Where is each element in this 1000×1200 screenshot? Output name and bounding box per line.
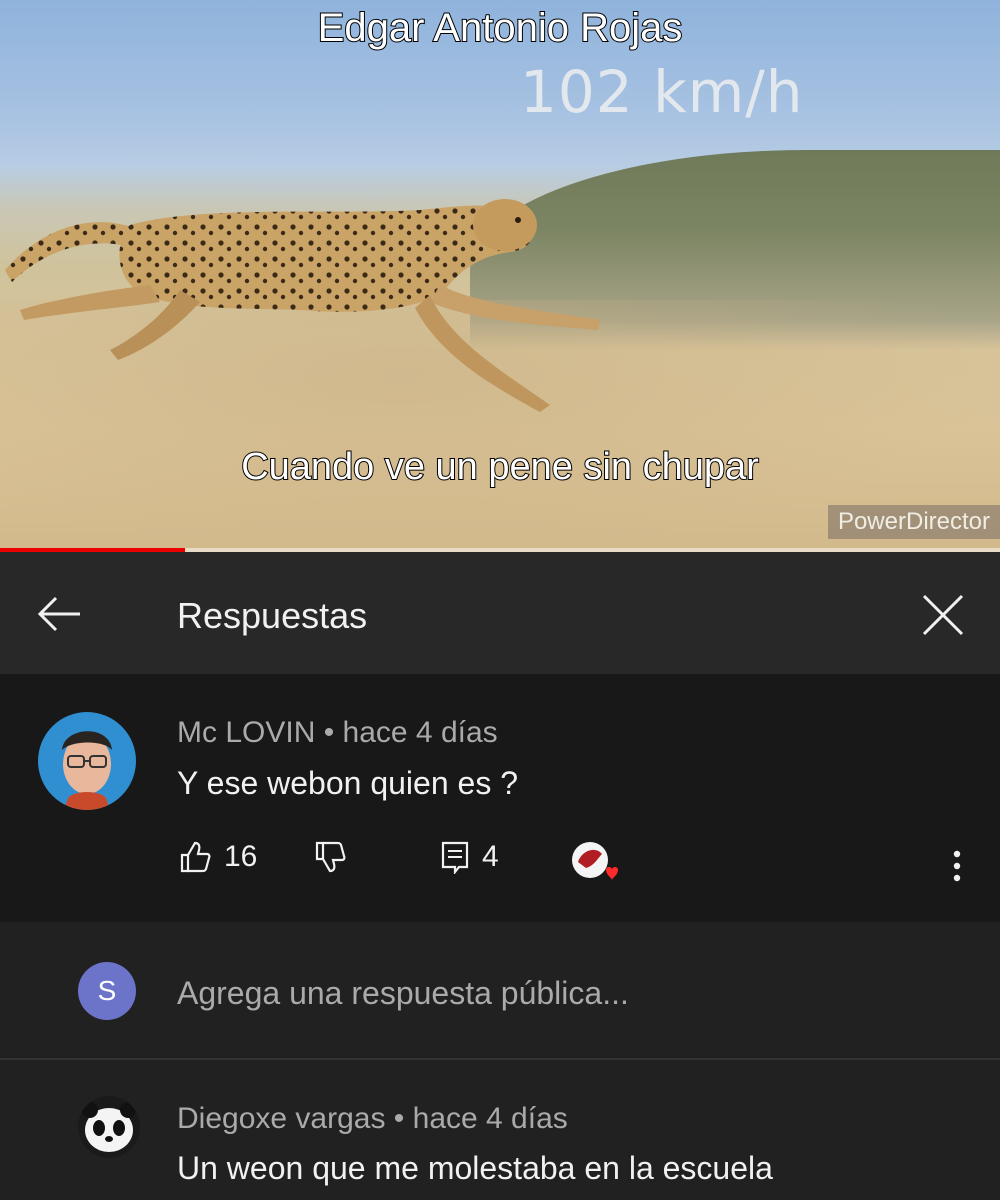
comment-meta: Mc LOVIN • hace 4 días xyxy=(177,716,498,750)
comment-time: hace 4 días xyxy=(342,716,498,749)
more-options-icon[interactable] xyxy=(947,846,967,886)
meta-separator: • xyxy=(393,1102,413,1135)
avatar[interactable] xyxy=(78,1096,140,1158)
video-overlay-title: Edgar Antonio Rojas xyxy=(317,5,684,51)
thumbs-up-icon xyxy=(180,841,211,873)
comment-icon xyxy=(441,841,469,874)
reply-time: hace 4 días xyxy=(412,1102,568,1135)
thumbs-down-icon xyxy=(315,841,346,873)
comment-text: Y ese webon quien es ? xyxy=(177,765,518,801)
like-count: 16 xyxy=(224,840,258,873)
cheetah-image xyxy=(5,199,600,412)
page-title: Respuestas xyxy=(177,595,368,636)
reply-count-button[interactable]: 4 xyxy=(440,840,499,874)
meta-separator: • xyxy=(323,716,343,749)
speed-text: 102 km/h xyxy=(520,58,804,126)
reply-input[interactable]: Agrega una respuesta pública... xyxy=(177,975,629,1012)
dislike-button[interactable] xyxy=(313,840,347,874)
close-icon[interactable] xyxy=(918,590,968,640)
reply-author[interactable]: Diegoxe vargas xyxy=(177,1102,385,1135)
watermark: PowerDirector xyxy=(827,505,1000,539)
reply-meta: Diegoxe vargas • hace 4 días xyxy=(177,1102,568,1136)
user-avatar: S xyxy=(78,962,136,1020)
reply-text: Un weon que me molestaba en la escuela xyxy=(177,1150,773,1186)
reply-count: 4 xyxy=(482,840,499,873)
like-button[interactable]: 16 xyxy=(178,840,257,874)
video-caption: Cuando ve un pene sin chupar xyxy=(240,445,760,489)
creator-heart xyxy=(568,838,622,886)
creator-heart-icon xyxy=(572,842,618,880)
video-player[interactable]: Edgar Antonio Rojas 102 km/h Cuando ve u… xyxy=(0,0,1000,552)
replies-header xyxy=(0,552,1000,674)
avatar[interactable] xyxy=(38,712,136,810)
comment-author[interactable]: Mc LOVIN xyxy=(177,716,315,749)
back-arrow-icon[interactable] xyxy=(34,592,84,636)
